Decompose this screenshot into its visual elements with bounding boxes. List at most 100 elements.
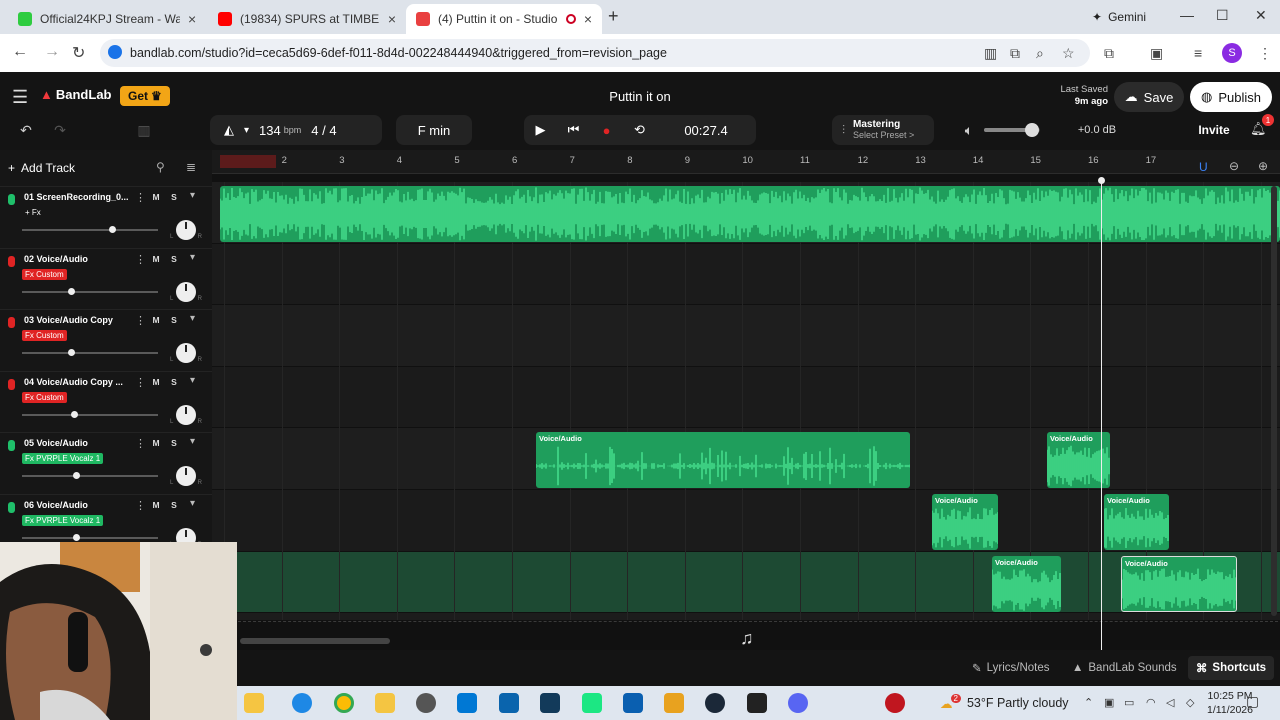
tab-studio[interactable]: (4) Puttin it on - Studio × [406, 4, 602, 34]
url-input[interactable]: bandlab.com/studio?id=ceca5d69-6def-f011… [100, 39, 1090, 67]
track-more-icon[interactable]: ⋮ [135, 499, 146, 512]
steam-icon[interactable] [705, 693, 725, 713]
chevron-down-icon[interactable]: ▾ [190, 375, 195, 386]
solo-button[interactable]: S [166, 498, 182, 512]
chevron-down-icon[interactable]: ▾ [190, 252, 195, 263]
track-volume-slider[interactable] [22, 413, 158, 416]
audio-region[interactable]: Voice/Audio [932, 494, 998, 550]
get-membership-button[interactable]: Get ♛ [120, 86, 170, 106]
metronome-icon[interactable]: ◭ [224, 122, 234, 138]
wifi-icon[interactable]: ◠ [1146, 696, 1156, 709]
track-volume-slider[interactable] [22, 229, 158, 231]
mute-button[interactable]: M [148, 252, 164, 266]
play-icon[interactable]: ▶ [524, 122, 557, 138]
speaker-icon[interactable]: ◁ [1166, 696, 1174, 709]
audio-region[interactable]: Voice/Audio [1121, 556, 1237, 612]
bandlab-logo[interactable]: ▲ BandLab [40, 87, 112, 102]
mail-icon[interactable] [499, 693, 519, 713]
fx-badge[interactable]: Fx PVRPLE Vocalz 1 [22, 453, 104, 465]
tuner-icon[interactable]: ⚲ [156, 160, 165, 174]
track-name[interactable]: 03 Voice/Audio Copy [24, 315, 132, 325]
minimize-icon[interactable]: — [1180, 7, 1194, 23]
browser-menu-icon[interactable]: ⋮ [1258, 45, 1272, 62]
site-info-icon[interactable] [108, 45, 122, 59]
bpm-value[interactable]: 134 [259, 123, 281, 138]
zoom-icon[interactable]: ⌕ [1036, 45, 1044, 62]
mastering-button[interactable]: ⫶ Mastering Select Preset > [832, 115, 934, 145]
chevron-down-icon[interactable]: ▾ [190, 436, 195, 447]
disney-icon[interactable] [540, 693, 560, 713]
solo-button[interactable]: S [166, 313, 182, 327]
hulu-icon[interactable] [582, 693, 602, 713]
track-volume-knob[interactable] [73, 472, 81, 480]
save-button[interactable]: ☁ Save [1114, 82, 1184, 112]
notifications-center-icon[interactable]: ▢ [1246, 693, 1259, 710]
redo-icon[interactable]: ↷ [48, 115, 72, 145]
track-volume-knob[interactable] [70, 410, 78, 418]
volume-icon[interactable]: 🔈︎ [960, 115, 978, 145]
extensions-icon[interactable]: ⧉ [1104, 45, 1114, 62]
track-name[interactable]: 02 Voice/Audio [24, 254, 132, 264]
media-controls-icon[interactable]: ≡ [1194, 45, 1202, 61]
microphone-icon[interactable] [8, 255, 15, 267]
widgets-icon[interactable] [244, 693, 264, 713]
zoom-out-icon[interactable]: ⊖ [1229, 159, 1239, 173]
mute-button[interactable]: M [148, 498, 164, 512]
microphone-icon[interactable] [8, 194, 15, 205]
fx-badge[interactable]: Fx Custom [22, 391, 67, 403]
mute-button[interactable]: M [148, 190, 164, 204]
profile-avatar[interactable]: S [1222, 43, 1242, 63]
track-header[interactable]: 02 Voice/Audio ⋮ M S ▾ Fx Custom LR [0, 247, 212, 310]
chevron-down-icon[interactable]: ▾ [190, 313, 195, 324]
back-icon[interactable]: ← [12, 43, 28, 61]
microphone-icon[interactable] [8, 440, 15, 452]
mixer-icon[interactable]: ▥ [130, 115, 158, 145]
key-selector[interactable]: F min [396, 115, 472, 145]
obs-icon[interactable] [416, 693, 436, 713]
audio-region[interactable] [220, 186, 1280, 242]
forward-icon[interactable]: → [44, 43, 60, 61]
solo-button[interactable]: S [166, 190, 182, 204]
track-volume-knob[interactable] [73, 534, 81, 541]
track-volume-knob[interactable] [67, 349, 75, 357]
arrangement-lanes[interactable]: Voice/Audio Voice/Audio Voice/Audio Voice/A… [212, 182, 1280, 620]
microphone-icon[interactable] [8, 378, 15, 390]
metronome-chevron-icon[interactable]: ▾ [244, 125, 249, 136]
discord-icon[interactable] [788, 693, 808, 713]
weather-widget[interactable]: ☁ 2 53°F Partly cloudy [940, 692, 1069, 714]
track-volume-slider[interactable] [22, 290, 158, 293]
fx-badge[interactable]: Fx PVRPLE Vocalz 1 [22, 515, 104, 526]
track-name[interactable]: 06 Voice/Audio [24, 500, 132, 510]
close-window-icon[interactable]: ✕ [1255, 7, 1267, 24]
publish-button[interactable]: ◍ Publish [1190, 82, 1272, 112]
mute-button[interactable]: M [148, 313, 164, 327]
audio-region[interactable]: Voice/Audio [1104, 494, 1169, 550]
track-more-icon[interactable]: ⋮ [135, 376, 146, 389]
snap-magnet-icon[interactable]: U [1199, 160, 1208, 174]
lyrics-notes-button[interactable]: ✎ Lyrics/Notes [972, 656, 1049, 680]
timeline-ruler[interactable]: 1234567891011121314151617 [212, 150, 1280, 174]
track-more-icon[interactable]: ⋮ [135, 253, 146, 266]
battery-icon[interactable]: ▭ [1124, 696, 1134, 709]
song-title[interactable]: Puttin it on [560, 89, 720, 104]
epic-games-icon[interactable] [747, 693, 767, 713]
invite-button[interactable]: Invite [1190, 117, 1238, 143]
tray-app-icon[interactable]: ▣ [1104, 696, 1114, 709]
track-volume-knob[interactable] [108, 226, 116, 233]
close-icon[interactable]: × [188, 11, 196, 27]
tab-youtube[interactable]: (19834) SPURS at TIMBERWOLV × [208, 4, 406, 34]
chevron-down-icon[interactable]: ▾ [190, 190, 195, 201]
tray-chevron-icon[interactable]: ⌃ [1084, 696, 1093, 709]
track-more-icon[interactable]: ⋮ [135, 437, 146, 450]
track-volume-knob[interactable] [67, 287, 75, 295]
app-red-icon[interactable] [885, 693, 905, 713]
horizontal-scrollbar[interactable] [240, 638, 390, 644]
maximize-icon[interactable]: ☐ [1216, 7, 1229, 24]
fx-badge[interactable]: Fx Custom [22, 330, 67, 342]
playhead[interactable] [1101, 180, 1102, 650]
vertical-scrollbar[interactable] [1271, 186, 1277, 616]
install-app-icon[interactable]: ⧉ [1010, 45, 1020, 62]
mute-button[interactable]: M [148, 436, 164, 450]
microphone-icon[interactable] [8, 317, 15, 329]
fx-badge[interactable]: Fx Custom [22, 268, 67, 280]
